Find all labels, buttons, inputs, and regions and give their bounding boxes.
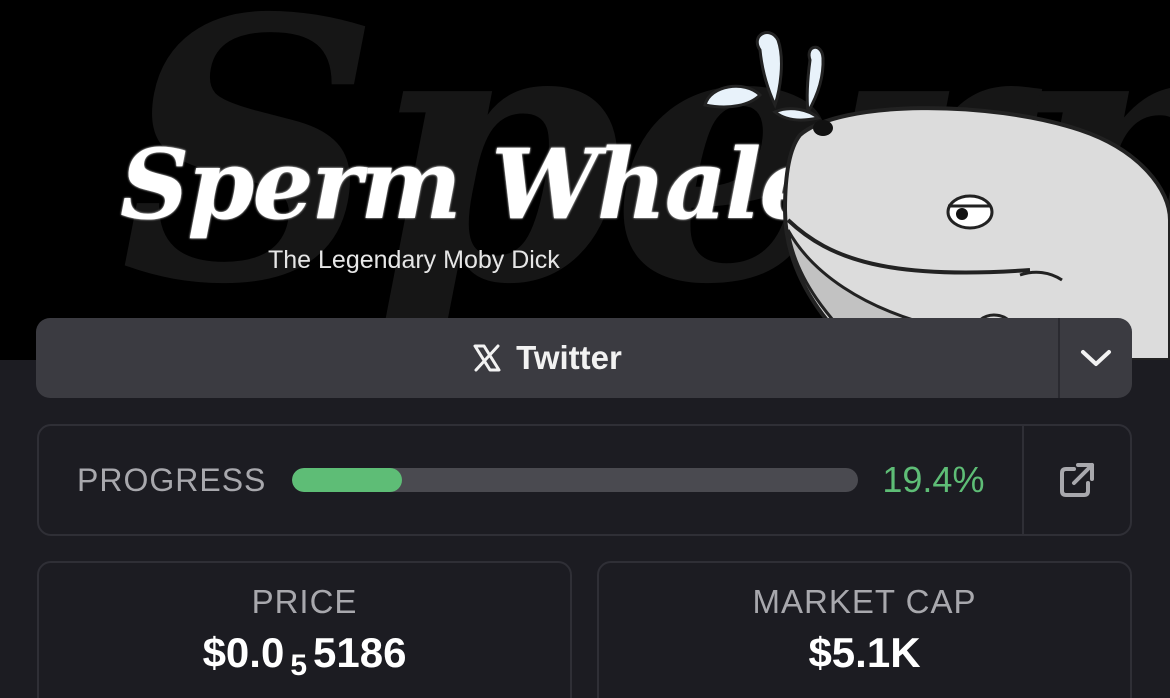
price-value: $0.0 5 5186 [39,629,570,683]
social-links-bar: Twitter [36,318,1132,398]
market-cap-value: $5.1K [808,629,921,676]
bonding-progress-card: PROGRESS 19.4% [37,424,1132,536]
token-subtitle: The Legendary Moby Dick [268,246,560,274]
price-card: PRICE $0.0 5 5186 [37,561,572,698]
progress-row: PROGRESS 19.4% [39,426,1022,534]
price-label: PRICE [251,583,358,620]
price-digits: 5186 [313,629,407,676]
progress-fill [292,468,403,492]
whale-mascot-icon [703,31,1170,360]
external-link-icon [1060,463,1094,497]
social-dropdown-toggle[interactable] [1060,318,1132,398]
market-cap-label: MARKET CAP [752,583,977,620]
progress-percent: 19.4% [882,459,985,500]
x-logo-icon [473,344,501,372]
market-cap-card: MARKET CAP $5.1K [597,561,1132,698]
price-prefix: $0.0 [202,629,285,676]
token-banner: Sperm Sperm Whale The Legendary Moby Dic… [0,0,1170,360]
twitter-link-label: Twitter [516,339,622,376]
chevron-down-icon [1081,350,1111,366]
progress-label: PROGRESS [77,461,267,498]
price-zero-count: 5 [290,649,307,682]
open-external-button[interactable] [1024,426,1130,534]
twitter-link-button[interactable]: Twitter [36,318,1058,398]
progress-track [292,468,859,492]
